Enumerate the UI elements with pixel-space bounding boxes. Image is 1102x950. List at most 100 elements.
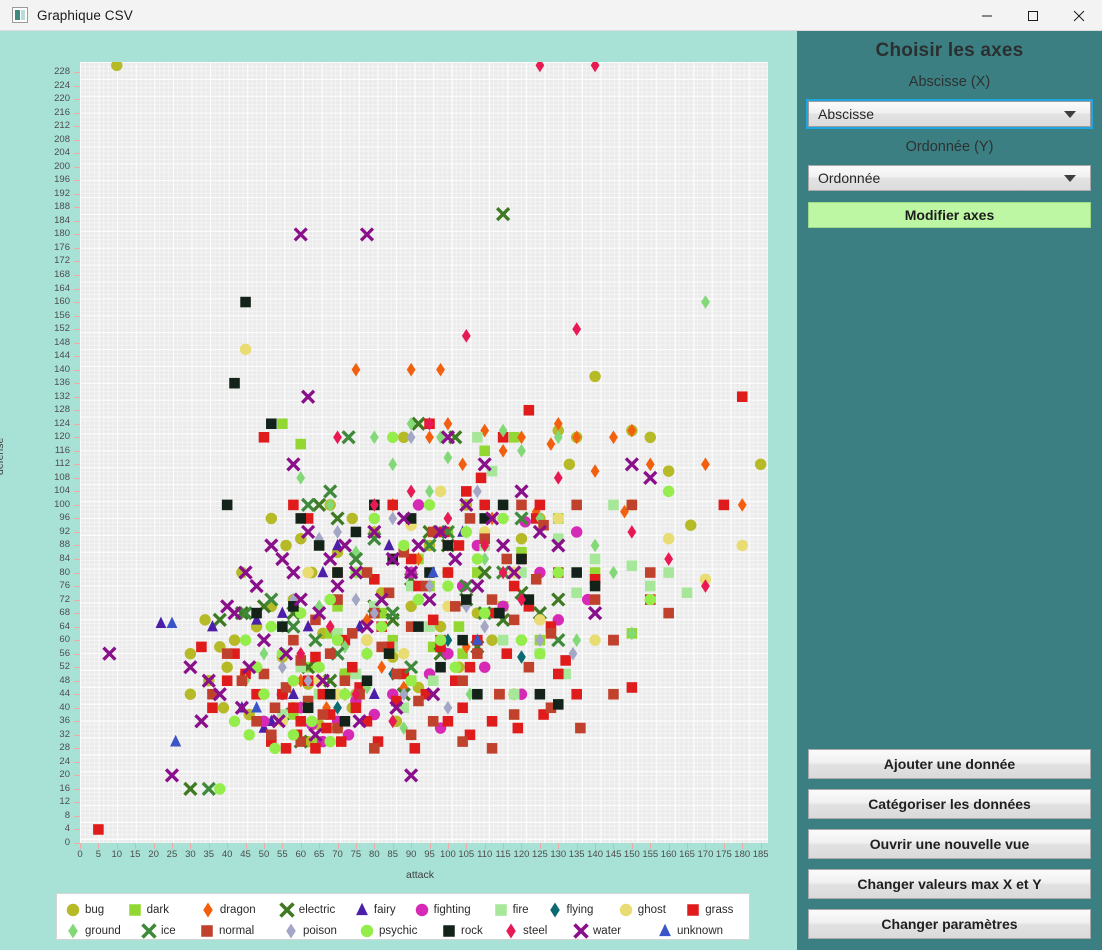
x-marker-icon [279, 901, 295, 918]
change-max-values-button[interactable]: Changer valeurs max X et Y [808, 869, 1091, 899]
x-marker-icon [141, 922, 157, 939]
y-tick-label: 24 [59, 755, 70, 767]
y-tick-label: 88 [59, 539, 70, 551]
window-title: Graphique CSV [37, 7, 133, 23]
maximize-icon[interactable] [1010, 0, 1056, 31]
y-tick-label: 172 [54, 255, 70, 267]
y-tick-label: 160 [54, 296, 70, 308]
panel-title: Choisir les axes [875, 40, 1024, 61]
y-tick-label: 108 [54, 471, 70, 483]
categorize-data-button[interactable]: Catégoriser les données [808, 789, 1091, 819]
y-tick-label: 8 [64, 809, 70, 821]
y-axis-field-label: Ordonnée (Y) [905, 139, 994, 155]
x-axis-label: attack [406, 869, 435, 881]
circle-marker-icon [65, 902, 81, 918]
y-tick-label: 116 [54, 444, 70, 456]
legend-label: fire [512, 903, 529, 916]
legend-row: bug dark dragon electric fairy fighting fire fl… [65, 899, 743, 920]
y-axis-select[interactable]: Ordonnée [808, 165, 1091, 191]
legend-item-ice: ice [141, 920, 199, 941]
y-tick-label: 92 [59, 525, 70, 537]
y-tick-label: 208 [54, 133, 70, 145]
y-tick-label: 52 [59, 661, 70, 673]
legend: bug dark dragon electric fairy fighting fire fl… [56, 893, 750, 940]
y-tick-label: 188 [54, 201, 70, 213]
window-controls [964, 0, 1102, 31]
y-tick-label: 192 [54, 187, 70, 199]
y-tick-label: 84 [59, 553, 70, 564]
y-tick-label: 56 [59, 647, 70, 659]
y-tick-label: 132 [54, 390, 70, 402]
y-tick-label: 180 [54, 228, 70, 240]
y-tick-label: 96 [59, 512, 70, 524]
legend-item-ghost: ghost [618, 899, 685, 920]
legend-label: normal [219, 924, 255, 937]
legend-label: water [593, 924, 622, 937]
y-tick-label: 44 [59, 688, 70, 700]
y-tick-label: 184 [54, 214, 70, 226]
legend-label: bug [85, 903, 105, 916]
minimize-icon[interactable] [964, 0, 1010, 31]
square-marker-icon [127, 902, 143, 918]
legend-label: steel [523, 924, 548, 937]
y-tick-label: 36 [59, 715, 70, 727]
y-tick-label: 124 [54, 417, 70, 429]
y-tick-label: 100 [54, 498, 70, 510]
legend-item-dragon: dragon [200, 899, 279, 920]
legend-item-psychic: psychic [359, 920, 441, 941]
y-tick-label: 20 [59, 769, 70, 781]
legend-label: grass [705, 903, 734, 916]
legend-label: ghost [637, 903, 666, 916]
square-marker-icon [199, 923, 215, 939]
y-tick-label: 68 [59, 607, 70, 619]
circle-marker-icon [618, 902, 634, 918]
y-tick-label: 32 [59, 728, 70, 740]
scatter-plot[interactable] [80, 62, 768, 843]
y-tick-label: 128 [54, 404, 70, 416]
legend-label: flying [566, 903, 594, 916]
y-tick-label: 4 [64, 823, 70, 835]
y-tick-label: 216 [54, 106, 70, 118]
y-tick-label: 28 [59, 742, 70, 754]
scatter-points [93, 62, 767, 835]
square-marker-icon [685, 902, 701, 918]
modify-axes-button[interactable]: Modifier axes [808, 202, 1091, 228]
y-tick-label: 168 [54, 269, 70, 280]
app-chart-icon [12, 7, 28, 23]
legend-label: psychic [379, 924, 418, 937]
y-tick-label: 48 [59, 674, 70, 686]
legend-label: electric [298, 903, 336, 916]
y-tick-label: 40 [59, 701, 70, 713]
change-parameters-button[interactable]: Changer paramètres [808, 909, 1091, 939]
series-grass [93, 391, 748, 835]
window-body: defense attack 0 4 8 12 16 20 24 28 32 36 40 44 48 52… [0, 31, 1102, 950]
triangle-marker-icon [657, 923, 673, 939]
y-tick-label: 64 [59, 620, 70, 632]
close-icon[interactable] [1056, 0, 1102, 31]
y-tick-label: 140 [54, 363, 70, 375]
legend-item-ground: ground [65, 920, 141, 941]
y-tick-label: 12 [59, 796, 70, 808]
legend-item-water: water [573, 920, 657, 941]
series-rock [221, 296, 601, 727]
y-axis-select-value: Ordonnée [818, 170, 881, 186]
diamond-marker-icon [503, 923, 519, 939]
legend-item-flying: flying [547, 899, 618, 920]
x-marker-icon [573, 922, 589, 939]
legend-label: poison [303, 924, 337, 937]
legend-item-steel: steel [503, 920, 573, 941]
square-marker-icon [441, 923, 457, 939]
y-tick-label: 224 [54, 79, 70, 91]
chevron-down-icon [1064, 110, 1076, 118]
chevron-down-icon [1064, 174, 1076, 182]
diamond-marker-icon [65, 923, 81, 939]
open-new-view-button[interactable]: Ouvrir une nouvelle vue [808, 829, 1091, 859]
y-tick-label: 60 [59, 634, 70, 646]
add-data-button[interactable]: Ajouter une donnée [808, 749, 1091, 779]
y-tick-label: 176 [54, 241, 70, 253]
chart-area: defense attack 0 4 8 12 16 20 24 28 32 36 40 44 48 52… [0, 31, 797, 950]
title-bar: Graphique CSV [0, 0, 1102, 31]
x-axis-select[interactable]: Abscisse [806, 99, 1093, 129]
legend-item-dark: dark [127, 899, 200, 920]
legend-item-fighting: fighting [414, 899, 493, 920]
